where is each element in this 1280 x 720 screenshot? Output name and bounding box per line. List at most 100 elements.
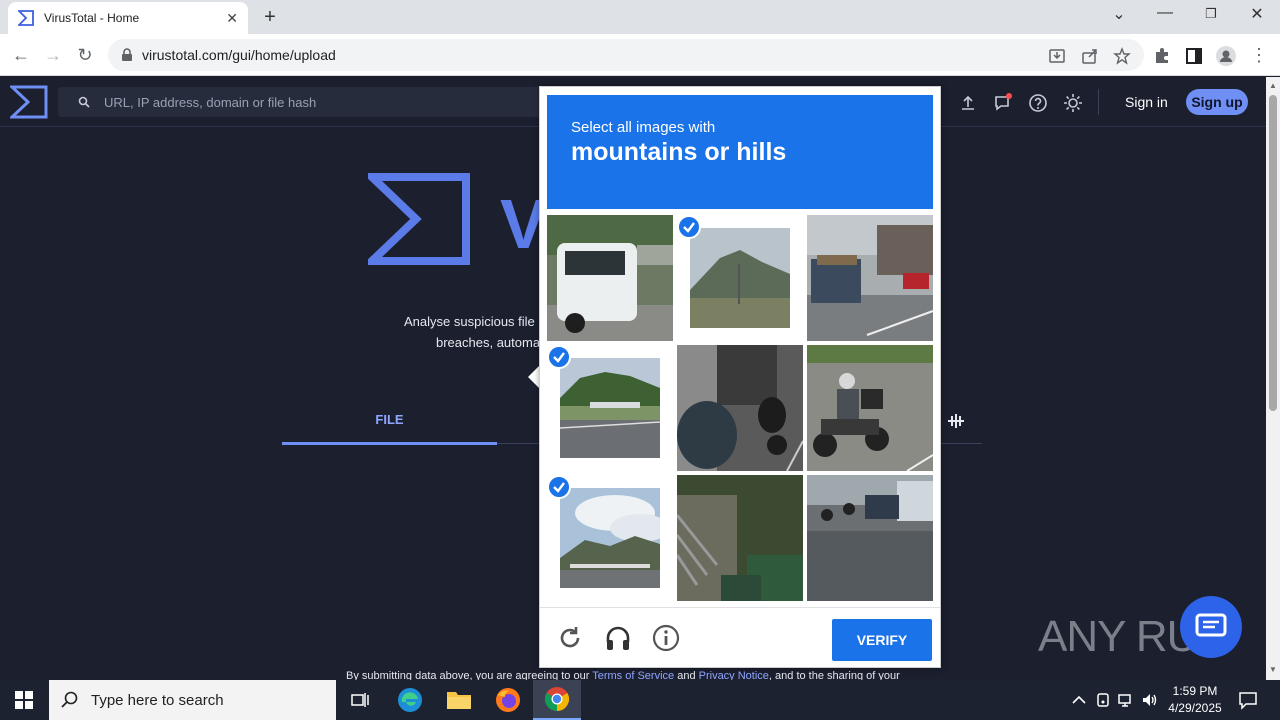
minimize-button[interactable]: — — [1150, 4, 1180, 22]
vt-search-placeholder: URL, IP address, domain or file hash — [104, 94, 317, 110]
tab-file[interactable]: FILE — [282, 412, 497, 427]
folder-icon — [447, 692, 471, 709]
captcha-tile-4[interactable] — [547, 345, 673, 471]
taskbar-search-placeholder: Type here to search — [91, 691, 224, 709]
captcha-tile-8[interactable] — [677, 475, 803, 601]
captcha-tile-9[interactable] — [807, 475, 933, 601]
captcha-tile-2[interactable] — [677, 215, 803, 341]
description-line-2: breaches, automa — [436, 335, 541, 350]
virustotal-logo-icon[interactable] — [10, 85, 48, 119]
back-button[interactable]: ← — [8, 42, 34, 68]
edge-icon — [398, 688, 422, 712]
search-icon — [61, 691, 78, 708]
selected-check-icon — [677, 215, 701, 239]
scrollbar-thumb[interactable] — [1269, 95, 1277, 411]
chat-icon — [1195, 613, 1227, 637]
captcha-tile-7[interactable] — [547, 475, 673, 601]
captcha-prompt: Select all images with mountains or hill… — [547, 95, 933, 209]
van-image — [547, 215, 673, 341]
captcha-tile-6[interactable] — [807, 345, 933, 471]
clock-time: 1:59 PM — [1172, 684, 1218, 698]
edge-app[interactable] — [386, 680, 434, 720]
chrome-icon — [544, 687, 570, 711]
captcha-prompt-target: mountains or hills — [571, 138, 787, 166]
url-text: virustotal.com/gui/home/upload — [142, 47, 336, 63]
selected-check-icon — [547, 475, 571, 499]
browser-tab[interactable]: VirusTotal - Home ✕ — [8, 2, 248, 34]
share-icon[interactable] — [1081, 47, 1099, 65]
tab-title: VirusTotal - Home — [44, 11, 140, 25]
profile-avatar-icon[interactable] — [1216, 46, 1236, 66]
extensions-puzzle-icon[interactable] — [1152, 46, 1172, 66]
info-icon[interactable] — [652, 624, 680, 652]
taskbar-clock[interactable]: 1:59 PM 4/29/2025 — [1160, 683, 1230, 717]
tray-device-icon[interactable] — [1094, 691, 1112, 709]
firefox-icon — [496, 688, 520, 712]
search-icon — [78, 96, 90, 108]
close-window-button[interactable]: ✕ — [1242, 4, 1272, 24]
captcha-tile-5[interactable] — [677, 345, 803, 471]
captcha-tile-1[interactable] — [547, 215, 673, 341]
volume-icon[interactable] — [1141, 691, 1159, 709]
tray-chevron-up-icon[interactable] — [1070, 691, 1088, 709]
network-icon[interactable] — [1117, 691, 1135, 709]
reload-challenge-icon[interactable] — [556, 624, 584, 652]
firefox-app[interactable] — [484, 680, 532, 720]
captcha-pointer — [528, 366, 539, 388]
description-line-1: Analyse suspicious file — [404, 314, 535, 329]
new-tab-button[interactable]: + — [258, 6, 282, 29]
chat-button[interactable] — [1180, 596, 1242, 658]
stairs-bins-image — [677, 475, 803, 601]
taskbar-search-input[interactable]: Type here to search — [49, 680, 336, 720]
browser-tab-strip: VirusTotal - Home ✕ + ⌄ — ❐ ✕ — [0, 0, 1280, 34]
file-explorer-app[interactable] — [435, 680, 483, 720]
bookmark-star-icon[interactable] — [1113, 47, 1131, 65]
search-tab-icon[interactable] — [946, 413, 966, 429]
chrome-menu-icon[interactable]: ⋮ — [1246, 42, 1272, 68]
task-view-icon — [351, 693, 369, 707]
page-scrollbar[interactable]: ▲ ▼ — [1266, 77, 1280, 680]
restore-button[interactable]: ❐ — [1196, 6, 1226, 22]
truck-street-image — [807, 215, 933, 341]
captcha-footer: VERIFY — [540, 607, 940, 667]
notification-center-icon[interactable] — [1238, 690, 1258, 710]
sign-up-button[interactable]: Sign up — [1186, 89, 1248, 115]
verify-button[interactable]: VERIFY — [832, 619, 932, 661]
tab-file-indicator — [282, 442, 497, 445]
sky-hills-image — [560, 488, 660, 588]
tab-search-chevron-icon[interactable]: ⌄ — [1104, 4, 1134, 24]
wet-street-image — [807, 475, 933, 601]
virustotal-favicon-icon — [18, 10, 34, 26]
selected-check-icon — [547, 345, 571, 369]
header-divider — [1098, 89, 1099, 115]
lock-icon — [122, 48, 132, 61]
task-view-button[interactable] — [336, 680, 384, 720]
upload-icon[interactable] — [958, 93, 978, 113]
tab-close-icon[interactable]: ✕ — [226, 10, 238, 27]
captcha-challenge: Select all images with mountains or hill… — [539, 86, 941, 668]
start-button[interactable] — [0, 680, 48, 720]
clock-date: 4/29/2025 — [1168, 701, 1222, 715]
windows-logo-icon — [15, 691, 33, 709]
install-icon[interactable] — [1048, 47, 1066, 65]
captcha-tile-3[interactable] — [807, 215, 933, 341]
audio-challenge-icon[interactable] — [604, 624, 632, 652]
help-icon[interactable] — [1028, 93, 1048, 113]
scroll-down-arrow-icon[interactable]: ▼ — [1269, 665, 1277, 674]
virustotal-big-logo-icon — [368, 173, 470, 265]
browser-toolbar: ← → ↻ virustotal.com/gui/home/upload ⋮ — [0, 34, 1280, 76]
address-bar[interactable]: virustotal.com/gui/home/upload — [108, 39, 1144, 71]
vt-search-input[interactable]: URL, IP address, domain or file hash — [58, 87, 558, 117]
motorcycles-image — [677, 345, 803, 471]
notifications-icon[interactable] — [993, 93, 1013, 113]
motorcycle-rider-image — [807, 345, 933, 471]
theme-toggle-icon[interactable] — [1063, 93, 1083, 113]
forward-button[interactable]: → — [40, 42, 66, 68]
chrome-app[interactable] — [533, 680, 581, 720]
side-panel-icon[interactable] — [1184, 46, 1204, 66]
scroll-up-arrow-icon[interactable]: ▲ — [1269, 81, 1277, 90]
sign-in-link[interactable]: Sign in — [1125, 94, 1168, 110]
reload-button[interactable]: ↻ — [72, 42, 98, 68]
mountain-image — [690, 228, 790, 328]
hills-bridge-image — [560, 358, 660, 458]
